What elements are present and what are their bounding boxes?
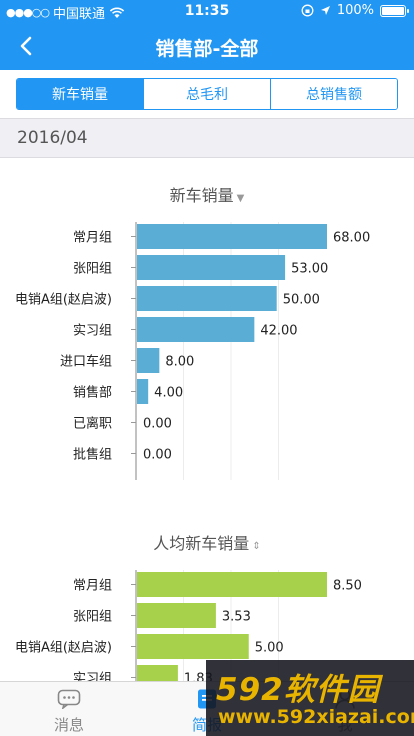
bar (137, 665, 178, 681)
watermark-url: www.592xiazai.com (218, 706, 414, 728)
chart-title-avg-text: 人均新车销量 (153, 534, 250, 553)
category-label: 批售组 (73, 447, 112, 463)
page-title: 销售部-全部 (155, 38, 259, 60)
value-label: 68.00 (333, 231, 370, 246)
value-label: 0.00 (143, 448, 172, 463)
category-label: 销售部 (73, 385, 112, 401)
category-label: 常月组 (73, 579, 112, 594)
status-bar: ●●●○○ 中国联通 11:35 100% (0, 0, 414, 22)
category-label: 电销A组(赵启波) (15, 293, 112, 308)
sort-caret-icon: ⇕ (252, 541, 261, 552)
battery-icon (380, 4, 409, 17)
nav-bar: 销售部-全部 (0, 22, 414, 70)
chat-bubble-icon (57, 689, 81, 709)
value-label: 8.00 (165, 355, 194, 370)
category-label: 实习组 (73, 672, 112, 682)
bar (137, 572, 327, 597)
segmented-control: 新车销量 总毛利 总销售额 (16, 78, 398, 110)
chart-title-avg[interactable]: 人均新车销量 ⇕ (0, 530, 414, 554)
bar (137, 286, 277, 311)
value-label: 53.00 (291, 262, 328, 277)
bar (137, 255, 286, 280)
value-label: 3.53 (222, 610, 251, 625)
bar (137, 348, 160, 373)
category-label: 张阳组 (73, 262, 112, 277)
location-arrow-icon (320, 6, 330, 15)
tabbar-label-messages: 消息 (53, 716, 84, 734)
status-right: 100% (301, 3, 409, 18)
date-bar[interactable]: 2016/04 (0, 118, 414, 158)
chart-title-sales-text: 新车销量 (169, 186, 234, 205)
battery-percent: 100% (336, 3, 374, 18)
dropdown-caret-icon: ▼ (236, 193, 245, 204)
segment-area: 新车销量 总毛利 总销售额 (0, 70, 414, 118)
bar (137, 379, 149, 404)
bar (137, 317, 255, 342)
tabbar-item-messages[interactable]: 消息 (0, 682, 138, 736)
date-label: 2016/04 (17, 128, 88, 148)
tab-gross-profit[interactable]: 总毛利 (144, 79, 271, 109)
watermark-overlay: 592软件园 www.592xiazai.com (206, 660, 414, 736)
bar (137, 634, 249, 659)
value-label: 4.00 (154, 386, 183, 401)
category-label: 常月组 (73, 231, 112, 246)
tab-new-car-sales[interactable]: 新车销量 (17, 79, 144, 109)
bar (137, 224, 327, 249)
category-label: 实习组 (73, 324, 112, 339)
category-label: 进口车组 (60, 354, 112, 370)
watermark-brand: 592软件园 (216, 672, 380, 708)
category-label: 张阳组 (73, 610, 112, 625)
tab-total-sales[interactable]: 总销售额 (271, 79, 397, 109)
chart-title-sales[interactable]: 新车销量 ▼ (0, 182, 414, 206)
value-label: 5.00 (255, 641, 284, 656)
value-label: 8.50 (333, 579, 362, 594)
value-label: 42.00 (260, 324, 297, 339)
bar (137, 603, 216, 628)
category-label: 电销A组(赵启波) (15, 641, 112, 656)
value-label: 50.00 (283, 293, 320, 308)
rotation-lock-icon (301, 4, 314, 17)
category-label: 已离职 (73, 416, 112, 432)
value-label: 0.00 (143, 417, 172, 432)
chart-new-car-sales: 常月组 68.00 张阳组 53.00 电销A组(赵启波) 50.00 实习组 42.00 进口… (15, 222, 370, 480)
